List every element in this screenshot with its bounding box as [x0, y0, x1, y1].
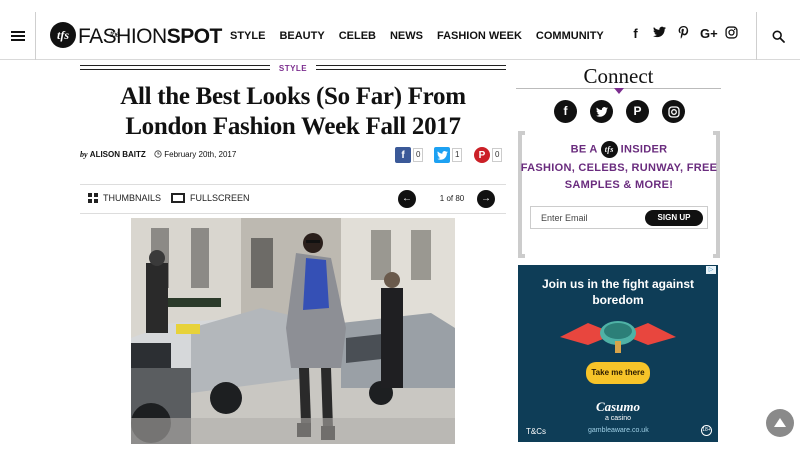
twitter-share-button[interactable]: 1: [434, 147, 463, 163]
facebook-icon[interactable]: f: [628, 26, 643, 42]
logo-mark: tfs: [50, 22, 76, 48]
gallery-photo[interactable]: [131, 218, 455, 444]
nav-beauty[interactable]: BEAUTY: [279, 30, 324, 42]
ad-brand: Casumo: [595, 399, 641, 414]
thumbnails-label: THUMBNAILS: [103, 193, 162, 203]
twitter-icon[interactable]: [590, 100, 613, 123]
adchoices-icon[interactable]: ▷: [706, 266, 716, 274]
slide-counter: 1 of 80: [439, 194, 465, 203]
main-nav: STYLE BEAUTY CELEB NEWS FASHION WEEK COM…: [230, 30, 618, 42]
nav-news[interactable]: NEWS: [390, 30, 423, 42]
email-field[interactable]: [541, 210, 641, 226]
gallery-toolbar: THUMBNAILS FULLSCREEN ← 1 of 80 →: [80, 184, 506, 214]
logo-text-fashion: FASHION: [78, 25, 167, 48]
article-category[interactable]: STYLE: [80, 64, 506, 73]
fullscreen-button[interactable]: FULLSCREEN: [171, 193, 250, 203]
search-button[interactable]: [756, 12, 800, 60]
hamburger-menu-button[interactable]: [0, 12, 36, 60]
clock-icon: [154, 150, 162, 158]
search-icon: [772, 30, 785, 43]
nav-celeb[interactable]: CELEB: [339, 30, 376, 42]
twitter-icon: [434, 147, 450, 163]
connect-social-icons: f P: [554, 100, 685, 123]
fullscreen-icon: [171, 193, 185, 203]
publish-date: February 20th, 2017: [164, 150, 237, 159]
pinterest-icon[interactable]: P: [626, 100, 649, 123]
previous-slide-button[interactable]: ←: [398, 190, 416, 208]
pinterest-icon[interactable]: [676, 26, 691, 42]
article-title: All the Best Looks (So Far) From London …: [120, 83, 466, 140]
pinterest-share-button[interactable]: P 0: [474, 147, 503, 163]
twitter-icon[interactable]: [652, 26, 667, 42]
twitter-share-count: 1: [452, 148, 463, 162]
ad-illustration: [560, 321, 676, 353]
facebook-share-button[interactable]: f 0: [395, 147, 424, 163]
nav-community[interactable]: COMMUNITY: [536, 30, 604, 42]
tfs-logo-mark: tfs: [600, 141, 618, 158]
site-logo[interactable]: tfs the FASHIONSPOT: [50, 18, 222, 48]
connect-heading: Connect: [583, 64, 654, 88]
ad-headline: Join us in the fight against boredom: [541, 277, 694, 307]
thumbnails-button[interactable]: THUMBNAILS: [88, 193, 161, 203]
facebook-share-count: 0: [413, 148, 424, 162]
fullscreen-label: FULLSCREEN: [190, 193, 250, 203]
scroll-to-top-button[interactable]: [766, 409, 794, 437]
next-slide-button[interactable]: →: [477, 190, 495, 208]
connect-caret: [614, 88, 624, 94]
google-plus-icon[interactable]: G+: [700, 26, 718, 42]
insider-tagline: FASHION, CELEBS, RUNWAY, FREE SAMPLES & …: [520, 162, 718, 191]
pinterest-share-count: 0: [492, 148, 503, 162]
facebook-icon: f: [395, 147, 411, 163]
email-signup-form: SIGN UP: [530, 206, 708, 229]
logo-text-spot: SPOT: [166, 25, 223, 48]
author-link[interactable]: ALISON BAITZ: [90, 150, 146, 159]
insider-signup-box: BE Atfs INSIDER FASHION, CELEBS, RUNWAY, …: [518, 131, 720, 258]
ad-cta-button[interactable]: Take me there: [586, 362, 650, 384]
instagram-icon[interactable]: [662, 100, 685, 123]
logo-the: the: [110, 30, 120, 39]
nav-fashion-week[interactable]: FASHION WEEK: [437, 30, 522, 42]
byline-by: by: [80, 150, 88, 159]
pinterest-icon: P: [474, 147, 490, 163]
site-header: tfs the FASHIONSPOT STYLE BEAUTY CELEB N…: [0, 0, 800, 60]
byline: by ALISON BAITZ February 20th, 2017: [80, 150, 236, 159]
instagram-icon[interactable]: [724, 26, 739, 42]
grid-icon: [88, 193, 98, 203]
ad-terms-link[interactable]: T&Cs: [526, 427, 546, 436]
header-social-links: f G+: [628, 26, 739, 42]
sign-up-button[interactable]: SIGN UP: [645, 210, 703, 226]
ad-brand-sub: a casino: [604, 415, 632, 422]
facebook-icon[interactable]: f: [554, 100, 577, 123]
chevron-up-icon: [774, 418, 786, 427]
nav-style[interactable]: STYLE: [230, 30, 265, 42]
insider-heading: BE Atfs INSIDER: [518, 141, 720, 158]
hamburger-icon: [10, 35, 25, 37]
advertisement[interactable]: ▷ Join us in the fight against boredom T…: [518, 265, 718, 442]
age-restriction-badge: 18+: [701, 425, 712, 436]
ad-url[interactable]: gambleaware.co.uk: [588, 427, 649, 434]
